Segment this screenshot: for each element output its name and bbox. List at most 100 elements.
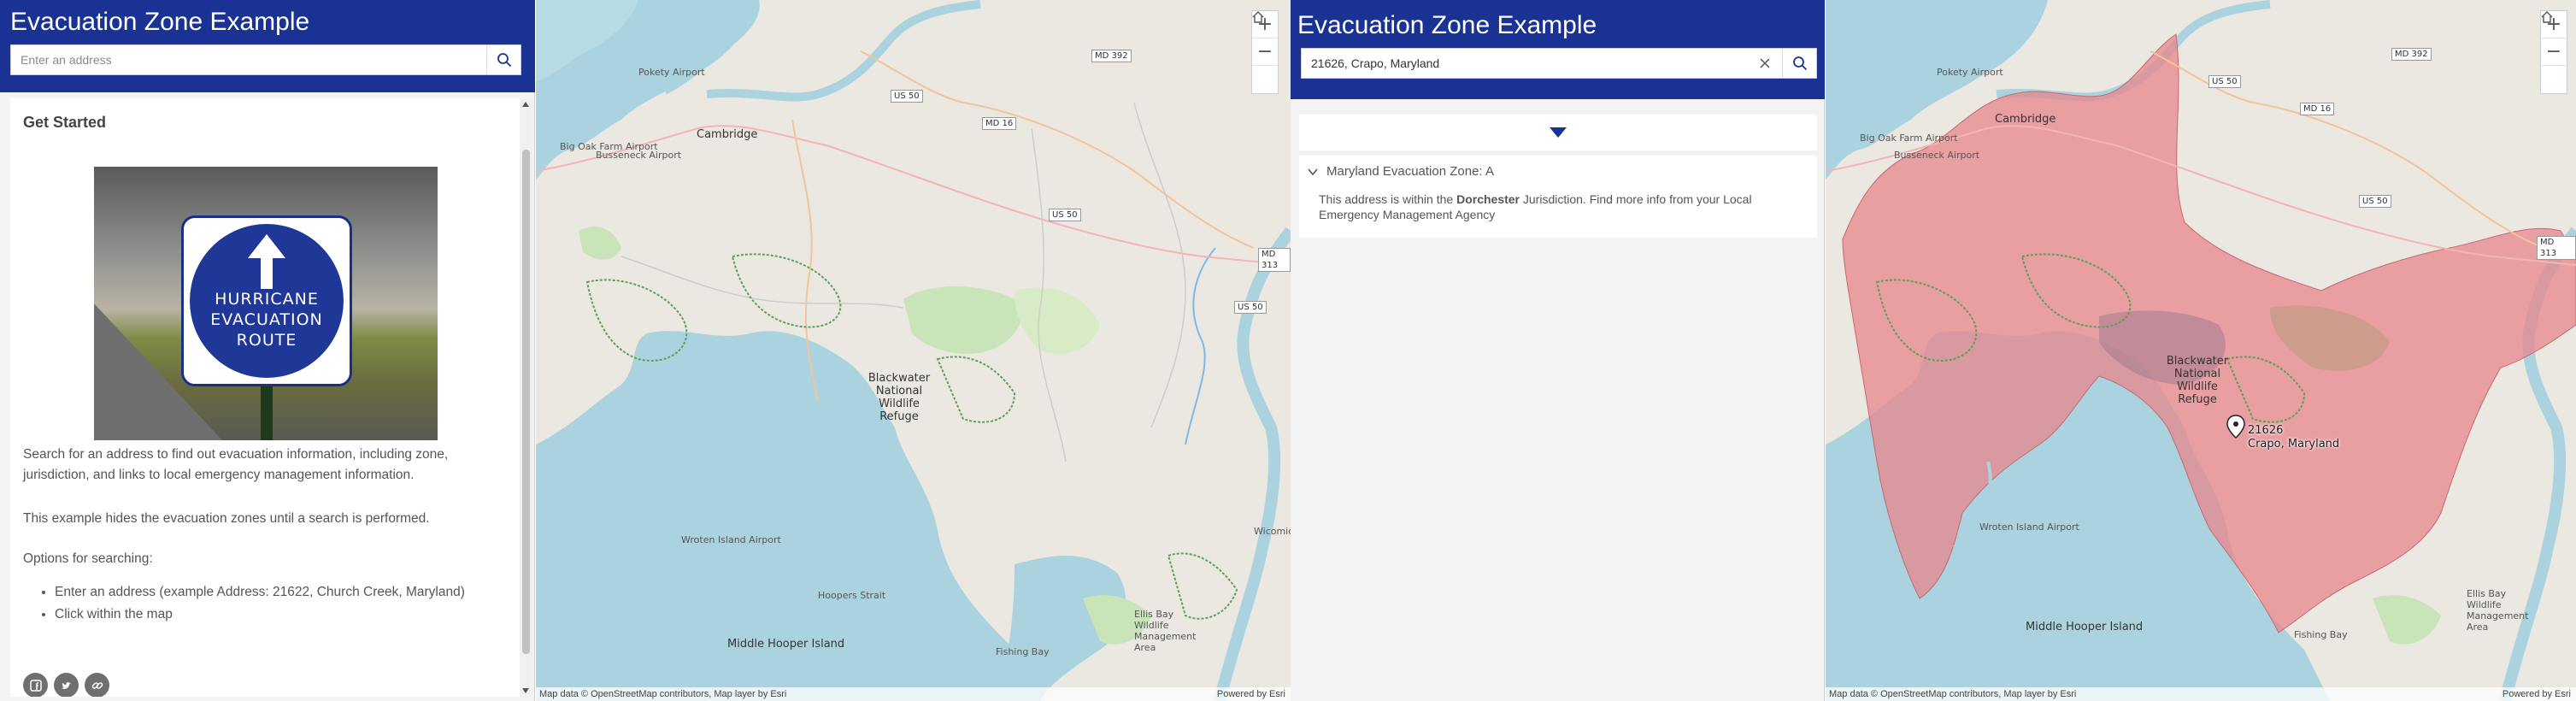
result-body: This address is within the Dorchester Ju…	[1319, 191, 1797, 222]
map-label-pokety: Pokety Airport	[638, 67, 705, 78]
home-button[interactable]	[2541, 11, 2567, 93]
route-shield: MD 16	[982, 117, 1017, 130]
app-window-result: Evacuation Zone Example Maryland E	[1291, 0, 2576, 701]
zoom-out-button[interactable]: −	[2541, 38, 2567, 66]
map-label-middle-hooper: Middle Hooper Island	[2026, 621, 2144, 633]
map-label-wicomico: Wicomico	[1254, 526, 1291, 537]
attribution-text: Map data © OpenStreetMap contributors, M…	[539, 689, 787, 699]
result-body-mid: Jurisdiction. Find	[1520, 192, 1616, 206]
close-icon	[1760, 58, 1770, 68]
search-icon	[1792, 56, 1807, 71]
home-button[interactable]	[1252, 11, 1278, 93]
home-icon	[1252, 11, 1264, 23]
home-icon	[2541, 11, 2553, 23]
pin-label-zip: 21626	[2248, 424, 2284, 437]
zoom-out-button[interactable]: −	[1252, 38, 1278, 66]
map-label-middle-hooper: Middle Hooper Island	[727, 638, 845, 651]
collapse-toggle[interactable]	[1299, 115, 1817, 150]
map-attribution: Map data © OpenStreetMap contributors, M…	[1826, 687, 2576, 701]
route-shield: US 50	[1049, 209, 1081, 221]
search-options-list: Enter an address (example Address: 21622…	[55, 581, 465, 626]
chevron-down-icon	[1308, 168, 1318, 175]
search-button[interactable]	[486, 45, 520, 74]
route-shield: MD 392	[1091, 50, 1132, 62]
intro-paragraph: Search for an address to find out evacua…	[23, 447, 449, 482]
route-shield: US 50	[1234, 301, 1267, 314]
caret-down-icon	[1550, 127, 1567, 138]
zoom-controls: + −	[2540, 10, 2567, 94]
basemap	[536, 0, 1291, 701]
map-label-busseneck: Busseneck Airport	[1894, 150, 1980, 161]
route-shield: MD 313	[2537, 236, 2576, 260]
powered-by-esri[interactable]: Powered by Esri	[2502, 687, 2571, 701]
map-view[interactable]: Pokety Airport Cambridge Big Oak Farm Ai…	[1826, 0, 2576, 701]
app-header: Evacuation Zone Example	[1291, 0, 1825, 99]
route-shield: MD 313	[1258, 248, 1291, 272]
map-label-busseneck: Busseneck Airport	[596, 150, 682, 161]
search-box	[10, 44, 521, 75]
map-label-wroten: Wroten Island Airport	[681, 534, 781, 545]
result-card: Maryland Evacuation Zone: A This address…	[1299, 156, 1817, 238]
map-label-cambridge: Cambridge	[697, 128, 758, 141]
get-started-panel: Get Started HURRICANE EVACUATION ROUTE S…	[10, 98, 523, 697]
panel-heading: Get Started	[23, 114, 107, 131]
list-item: Enter an address (example Address: 21622…	[55, 581, 465, 604]
sign-text-line1: HURRICANE	[215, 290, 319, 309]
scroll-thumb[interactable]	[522, 150, 530, 654]
pin-label: 21626 Crapo, Maryland	[2248, 424, 2339, 451]
map-label-pokety: Pokety Airport	[1937, 67, 2003, 78]
sign-text-line2: EVACUATION	[210, 310, 323, 329]
sign-text-line3: ROUTE	[236, 331, 297, 350]
map-label-big-oak: Big Oak Farm Airport	[1860, 133, 1958, 144]
up-arrow-icon	[248, 234, 285, 258]
result-title-row[interactable]: Maryland Evacuation Zone: A	[1308, 164, 1494, 179]
map-attribution: Map data © OpenStreetMap contributors, M…	[536, 687, 1291, 701]
result-title: Maryland Evacuation Zone: A	[1326, 164, 1494, 179]
map-label-wroten: Wroten Island Airport	[1979, 521, 2079, 533]
scroll-up-icon[interactable]	[522, 102, 529, 107]
app-title: Evacuation Zone Example	[10, 8, 310, 36]
app-window-initial: Evacuation Zone Example Get Started	[0, 0, 1291, 701]
route-shield: US 50	[891, 90, 923, 103]
map-label-blackwater: Blackwater National Wildlife Refuge	[867, 372, 931, 423]
pin-label-place: Crapo, Maryland	[2248, 438, 2340, 451]
route-shield: US 50	[2359, 195, 2391, 208]
facebook-icon[interactable]	[23, 673, 48, 697]
hidden-zones-note: This example hides the evacuation zones …	[23, 511, 430, 526]
social-links	[23, 673, 109, 697]
scroll-down-icon[interactable]	[522, 688, 529, 693]
search-icon	[497, 53, 511, 68]
evacuation-route-sign: HURRICANE EVACUATION ROUTE	[181, 215, 352, 386]
map-label-ellis-bay: Ellis Bay Wildlife Management Area	[2467, 588, 2529, 633]
map-view[interactable]: Pokety Airport Cambridge Big Oak Farm Ai…	[536, 0, 1291, 701]
list-item: Click within the map	[55, 604, 465, 626]
search-button[interactable]	[1782, 49, 1816, 78]
map-label-blackwater: Blackwater National Wildlife Refuge	[2166, 355, 2229, 406]
hurricane-evacuation-image: HURRICANE EVACUATION ROUTE	[94, 167, 438, 440]
twitter-icon[interactable]	[54, 673, 79, 697]
search-box	[1301, 48, 1817, 79]
options-heading: Options for searching:	[23, 551, 153, 566]
app-title: Evacuation Zone Example	[1297, 11, 1597, 39]
app-header: Evacuation Zone Example	[0, 0, 535, 92]
basemap	[1826, 0, 2576, 701]
zoom-controls: + −	[1251, 10, 1279, 94]
map-label-fishing-bay: Fishing Bay	[2294, 629, 2348, 640]
route-shield: MD 392	[2391, 48, 2432, 61]
sign-circle: HURRICANE EVACUATION ROUTE	[190, 224, 344, 378]
map-label-cambridge: Cambridge	[1995, 113, 2056, 126]
route-shield: MD 16	[2300, 103, 2335, 115]
panel-scrollbar[interactable]	[520, 98, 532, 697]
map-label-fishing-bay: Fishing Bay	[996, 646, 1050, 657]
powered-by-esri[interactable]: Powered by Esri	[1217, 687, 1285, 701]
result-body-prefix: This address is within the	[1319, 192, 1457, 206]
clear-search-button[interactable]	[1748, 49, 1782, 78]
search-input[interactable]	[1302, 49, 1748, 78]
side-panel: Evacuation Zone Example Get Started	[0, 0, 535, 701]
more-info-link[interactable]: more info	[1616, 192, 1666, 206]
arrow-stem	[261, 258, 273, 289]
link-icon[interactable]	[85, 673, 109, 697]
side-panel: Evacuation Zone Example Maryland E	[1291, 0, 1825, 701]
jurisdiction-name: Dorchester	[1456, 192, 1520, 206]
search-input[interactable]	[11, 45, 488, 74]
